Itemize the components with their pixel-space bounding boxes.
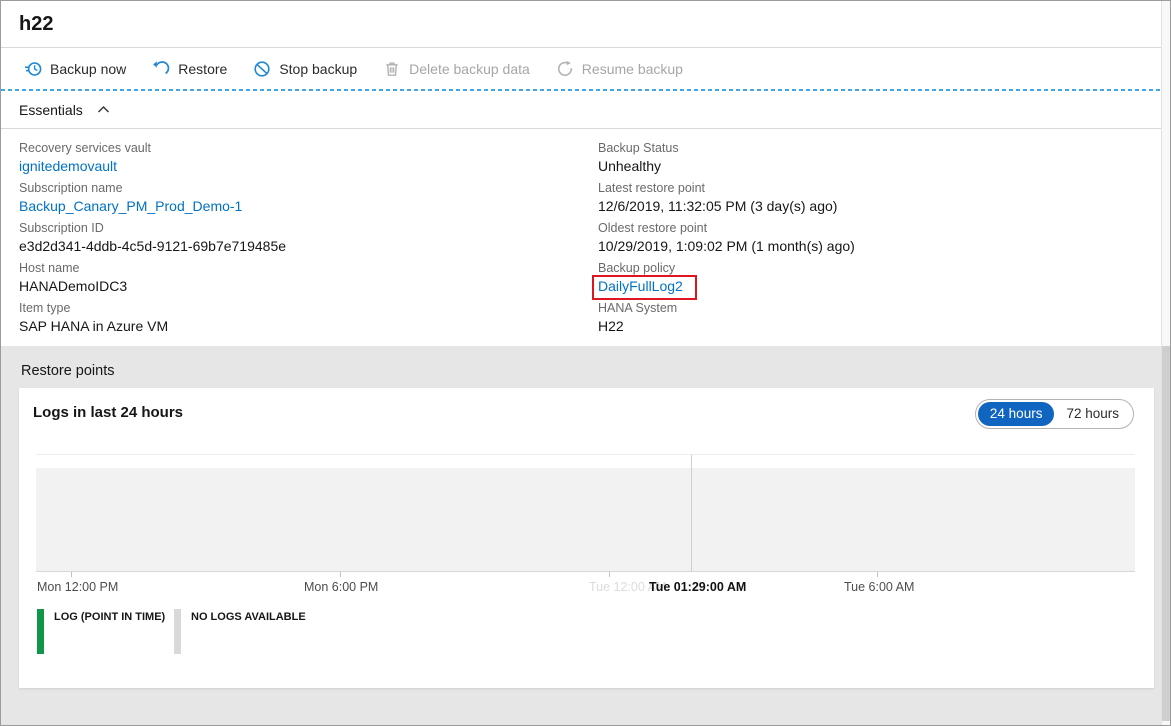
toggle-72-hours[interactable]: 72 hours xyxy=(1054,402,1131,426)
vertical-scrollbar[interactable] xyxy=(1161,1,1170,726)
field-hana-system: HANA System H22 xyxy=(598,300,855,340)
resume-backup-label: Resume backup xyxy=(582,61,683,77)
field-recovery-services-vault: Recovery services vault ignitedemovault xyxy=(19,140,286,180)
delete-backup-data-button[interactable]: Delete backup data xyxy=(370,54,543,84)
backup-status-value: Unhealthy xyxy=(598,157,855,176)
latest-log-time-cursor xyxy=(691,455,692,572)
backup-policy-link[interactable]: DailyFullLog2 xyxy=(598,278,683,294)
toggle-24-hours[interactable]: 24 hours xyxy=(978,402,1055,426)
x-axis-label: Tue 6:00 AM xyxy=(844,580,914,594)
legend-item-log-point-in-time: LOG (POINT IN TIME) xyxy=(37,609,165,654)
restore-points-section: Restore points Logs in last 24 hours 24 … xyxy=(1,346,1163,726)
stop-backup-label: Stop backup xyxy=(279,61,357,77)
backup-now-icon xyxy=(24,60,42,78)
hana-system-value: H22 xyxy=(598,317,855,336)
legend-label: NO LOGS AVAILABLE xyxy=(191,611,306,623)
delete-backup-data-label: Delete backup data xyxy=(409,61,530,77)
delete-icon xyxy=(383,60,401,78)
field-latest-restore-point: Latest restore point 12/6/2019, 11:32:05… xyxy=(598,180,855,220)
essentials-right-column: Backup Status Unhealthy Latest restore p… xyxy=(598,140,855,340)
field-label: HANA System xyxy=(598,300,855,316)
stop-backup-button[interactable]: Stop backup xyxy=(240,54,370,84)
essentials-left-column: Recovery services vault ignitedemovault … xyxy=(19,140,286,340)
no-logs-available-band xyxy=(36,468,1135,572)
field-item-type: Item type SAP HANA in Azure VM xyxy=(19,300,286,340)
item-type-value: SAP HANA in Azure VM xyxy=(19,317,286,336)
axis-tick xyxy=(71,572,72,577)
logs-chart-card: Logs in last 24 hours 24 hours 72 hours … xyxy=(19,388,1154,688)
host-name-value: HANADemoIDC3 xyxy=(19,277,286,296)
axis-tick xyxy=(609,572,610,577)
axis-tick xyxy=(340,572,341,577)
page-title: h22 xyxy=(19,13,53,36)
chart-top-gridline xyxy=(36,454,1135,455)
subscription-name-link[interactable]: Backup_Canary_PM_Prod_Demo-1 xyxy=(19,197,286,216)
backup-now-button[interactable]: Backup now xyxy=(11,54,139,84)
recovery-services-vault-link[interactable]: ignitedemovault xyxy=(19,157,286,176)
essentials-collapse-button[interactable] xyxy=(95,100,112,119)
backup-policy-highlight-box: DailyFullLog2 xyxy=(592,275,697,300)
subscription-id-value: e3d2d341-4ddb-4c5d-9121-69b7e719485e xyxy=(19,237,286,256)
scrollbar-thumb[interactable] xyxy=(1162,346,1170,721)
field-label: Oldest restore point xyxy=(598,220,855,236)
essentials-title: Essentials xyxy=(19,102,83,118)
x-axis-label: Mon 6:00 PM xyxy=(304,580,378,594)
field-backup-policy: Backup policy DailyFullLog2 xyxy=(598,260,855,300)
restore-button[interactable]: Restore xyxy=(139,54,240,84)
field-label: Backup policy xyxy=(598,260,855,276)
field-label: Subscription name xyxy=(19,180,286,196)
field-subscription-id: Subscription ID e3d2d341-4ddb-4c5d-9121-… xyxy=(19,220,286,260)
logs-chart-title: Logs in last 24 hours xyxy=(33,404,183,421)
restore-label: Restore xyxy=(178,61,227,77)
backup-item-blade: h22 Backup now Restore Stop backup Dele xyxy=(0,0,1171,726)
field-host-name: Host name HANADemoIDC3 xyxy=(19,260,286,300)
field-backup-status: Backup Status Unhealthy xyxy=(598,140,855,180)
blade-header: h22 xyxy=(1,1,1163,48)
legend-swatch-gray xyxy=(174,609,181,654)
backup-now-label: Backup now xyxy=(50,61,126,77)
field-label: Item type xyxy=(19,300,286,316)
latest-restore-point-value: 12/6/2019, 11:32:05 PM (3 day(s) ago) xyxy=(598,197,855,216)
field-label: Backup Status xyxy=(598,140,855,156)
restore-points-title: Restore points xyxy=(21,363,115,379)
essentials-body: Recovery services vault ignitedemovault … xyxy=(1,129,1163,346)
chevron-up-icon xyxy=(97,102,110,117)
field-label: Recovery services vault xyxy=(19,140,286,156)
oldest-restore-point-value: 10/29/2019, 1:09:02 PM (1 month(s) ago) xyxy=(598,237,855,256)
field-label: Subscription ID xyxy=(19,220,286,236)
legend-label: LOG (POINT IN TIME) xyxy=(54,611,165,623)
legend-item-no-logs-available: NO LOGS AVAILABLE xyxy=(174,609,306,654)
x-axis-label-current-time: Tue 01:29:00 AM xyxy=(649,580,746,594)
stop-backup-icon xyxy=(253,60,271,78)
resume-backup-button[interactable]: Resume backup xyxy=(543,54,696,84)
command-bar: Backup now Restore Stop backup Delete ba… xyxy=(1,48,1163,89)
essentials-header: Essentials xyxy=(1,91,1163,129)
x-axis-label: Mon 12:00 PM xyxy=(37,580,118,594)
legend-swatch-green xyxy=(37,609,44,654)
resume-icon xyxy=(556,60,574,78)
field-label: Latest restore point xyxy=(598,180,855,196)
axis-tick xyxy=(877,572,878,577)
restore-icon xyxy=(152,60,170,78)
time-range-toggle: 24 hours 72 hours xyxy=(975,399,1134,429)
field-subscription-name: Subscription name Backup_Canary_PM_Prod_… xyxy=(19,180,286,220)
field-oldest-restore-point: Oldest restore point 10/29/2019, 1:09:02… xyxy=(598,220,855,260)
field-label: Host name xyxy=(19,260,286,276)
